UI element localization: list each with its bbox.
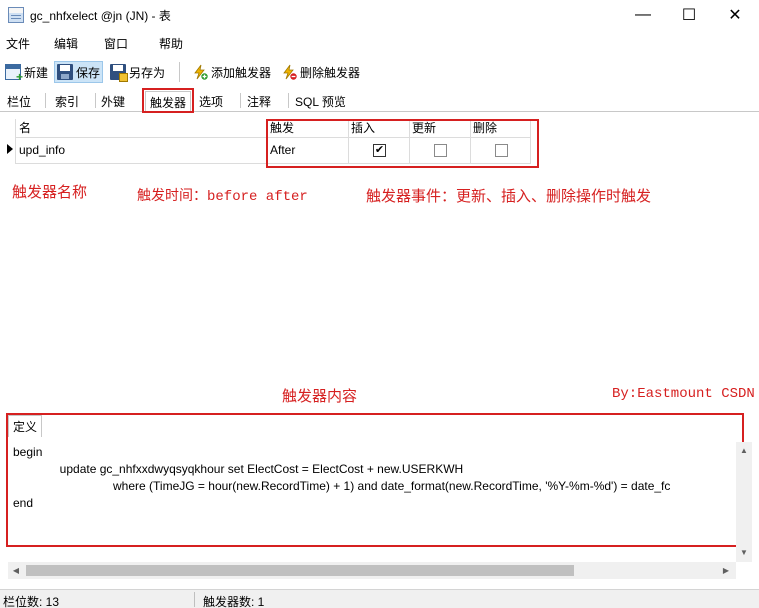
scroll-left-icon[interactable]: ◀ — [8, 562, 24, 579]
scroll-right-icon[interactable]: ▶ — [718, 562, 734, 579]
grid-line — [15, 163, 531, 164]
delete-checkbox[interactable] — [495, 144, 508, 157]
grid-line — [470, 119, 471, 163]
tab-divider — [45, 93, 46, 108]
trigger-count: 触发器数: 1 — [203, 595, 265, 608]
tab-comments[interactable]: 注释 — [243, 91, 275, 111]
update-checkbox[interactable] — [434, 144, 447, 157]
scroll-down-icon[interactable]: ▼ — [736, 546, 752, 560]
delete-trigger-button[interactable]: 删除触发器 — [279, 61, 362, 83]
trigger-grid: 名 触发 插入 更新 删除 upd_info After ✔ 触发器名称 触发时… — [0, 113, 759, 413]
horizontal-scroll-thumb[interactable] — [26, 565, 574, 576]
toolbar: 新建 保存 另存为 添加触发器 删除触发器 — [0, 58, 759, 86]
editor-vertical-scrollbar[interactable]: ▲ ▼ — [736, 442, 752, 562]
column-header-fire: 触发 — [270, 121, 295, 135]
current-row-indicator-icon — [7, 144, 13, 154]
column-header-insert: 插入 — [351, 121, 376, 135]
minimize-button[interactable]: — — [620, 0, 666, 30]
menu-window[interactable]: 窗口 — [104, 35, 128, 52]
menu-bar: 文件 编辑 窗口 帮助 — [0, 32, 759, 54]
tab-definition[interactable]: 定义 — [8, 415, 43, 437]
tab-indexes[interactable]: 索引 — [51, 91, 83, 111]
annotation-trigger-name: 触发器名称 — [12, 184, 88, 201]
insert-checkbox[interactable]: ✔ — [373, 144, 386, 157]
menu-file[interactable]: 文件 — [6, 35, 30, 52]
annotation-byline: By:Eastmount CSDN — [612, 386, 755, 402]
annotation-fire-time: 触发时间：before after — [137, 189, 308, 205]
grid-line — [348, 119, 349, 163]
new-button[interactable]: 新建 — [3, 61, 50, 84]
tab-divider — [288, 93, 289, 108]
code-line: update gc_nhfxxdwyqsyqkhour set ElectCos… — [13, 462, 464, 476]
tab-triggers[interactable]: 触发器 — [145, 91, 192, 111]
trigger-fire-cell[interactable]: After — [270, 143, 295, 157]
add-trigger-icon — [194, 64, 208, 80]
title-bar: gc_nhfxelect @jn (JN) - 表 — ☐ ✕ — [0, 0, 759, 30]
close-button[interactable]: ✕ — [712, 0, 758, 30]
annotation-events: 触发器事件：更新、插入、删除操作时触发 — [366, 188, 652, 205]
tab-foreign-keys[interactable]: 外键 — [97, 91, 129, 111]
code-line: end — [13, 496, 34, 510]
menu-edit[interactable]: 编辑 — [54, 35, 78, 52]
save-as-button[interactable]: 另存为 — [108, 61, 167, 83]
code-line: where (TimeJG = hour(new.RecordTime) + 1… — [13, 479, 671, 493]
status-divider — [194, 592, 195, 607]
field-count: 栏位数: 13 — [3, 595, 60, 608]
tab-divider — [95, 93, 96, 108]
table-app-icon — [8, 7, 24, 23]
tab-divider — [240, 93, 241, 108]
tab-options[interactable]: 选项 — [195, 91, 227, 111]
grid-line — [15, 137, 531, 138]
trigger-name-cell[interactable]: upd_info — [19, 143, 65, 157]
save-as-icon — [110, 64, 128, 82]
grid-line — [15, 119, 16, 163]
save-icon — [57, 64, 73, 80]
window-title: gc_nhfxelect @jn (JN) - 表 — [30, 9, 171, 23]
editor-horizontal-scrollbar[interactable]: ◀ ▶ — [8, 562, 736, 579]
delete-trigger-icon — [283, 64, 297, 80]
save-as-button-label: 另存为 — [129, 65, 166, 80]
grid-line — [409, 119, 410, 163]
tab-sql-preview[interactable]: SQL 预览 — [291, 91, 350, 111]
designer-tabs: 栏位 索引 外键 触发器 选项 注释 SQL 预览 — [0, 88, 759, 112]
status-bar: 栏位数: 13 触发器数: 1 — [0, 589, 759, 608]
toolbar-separator — [179, 62, 180, 82]
scroll-up-icon[interactable]: ▲ — [736, 444, 752, 458]
column-header-update: 更新 — [412, 121, 437, 135]
column-header-delete: 删除 — [473, 121, 498, 135]
definition-tabs: 定义 — [4, 413, 759, 437]
annotation-content: 触发器内容 — [282, 388, 358, 405]
add-trigger-button-label: 添加触发器 — [211, 65, 272, 80]
code-line: begin — [13, 445, 43, 459]
grid-line — [266, 119, 267, 163]
tab-fields[interactable]: 栏位 — [3, 91, 35, 111]
new-table-icon — [5, 64, 23, 84]
new-button-label: 新建 — [24, 65, 49, 80]
delete-trigger-button-label: 删除触发器 — [300, 65, 361, 80]
menu-help[interactable]: 帮助 — [159, 35, 183, 52]
grid-line — [530, 119, 531, 163]
save-button[interactable]: 保存 — [54, 61, 104, 83]
save-button-label: 保存 — [76, 65, 101, 80]
maximize-button[interactable]: ☐ — [666, 0, 712, 30]
column-header-name: 名 — [19, 121, 32, 135]
add-trigger-button[interactable]: 添加触发器 — [190, 61, 273, 83]
trigger-definition-editor[interactable]: begin update gc_nhfxxdwyqsyqkhour set El… — [8, 440, 736, 545]
